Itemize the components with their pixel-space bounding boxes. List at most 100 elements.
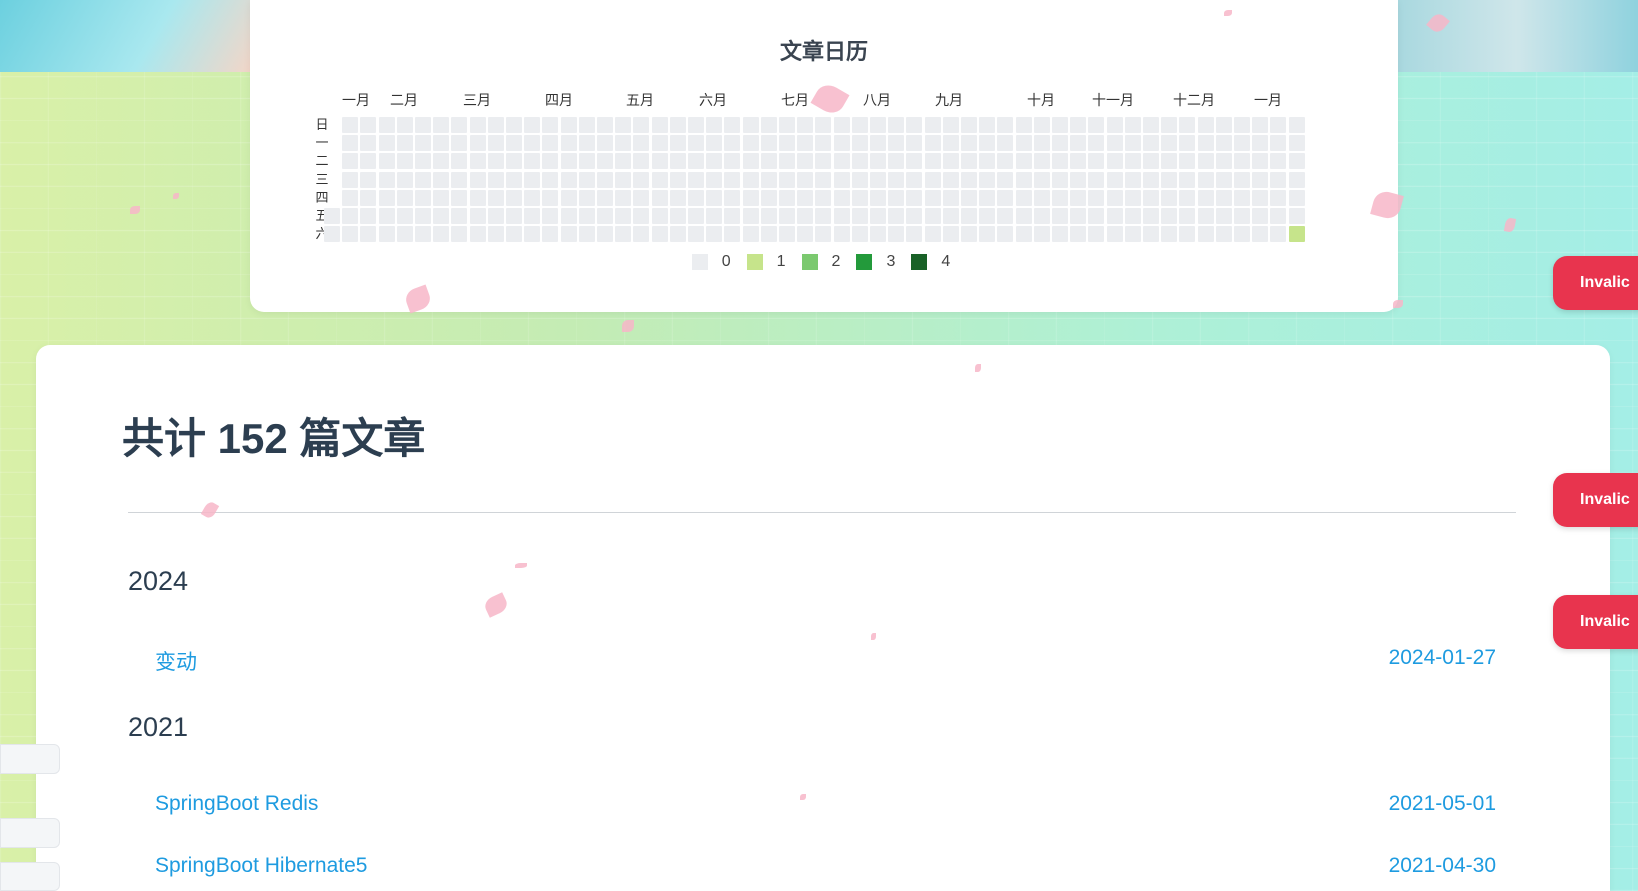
- heatmap-cell[interactable]: [797, 189, 814, 206]
- heatmap-cell[interactable]: [633, 208, 650, 224]
- heatmap-cell[interactable]: [906, 117, 923, 133]
- heatmap-cell[interactable]: [797, 135, 814, 152]
- heatmap-cell[interactable]: [942, 171, 959, 188]
- heatmap-cell[interactable]: [360, 153, 377, 170]
- heatmap-cell[interactable]: [688, 117, 704, 133]
- heatmap-cell[interactable]: [1070, 208, 1087, 224]
- heatmap-cell[interactable]: [342, 226, 359, 243]
- heatmap-cell[interactable]: [1179, 117, 1196, 133]
- heatmap-cell[interactable]: [942, 153, 959, 170]
- heatmap-cell[interactable]: [633, 189, 650, 206]
- heatmap-cell[interactable]: [870, 226, 886, 243]
- heatmap-cell[interactable]: [924, 226, 941, 243]
- heatmap-cell[interactable]: [433, 153, 450, 170]
- heatmap-cell[interactable]: [560, 189, 577, 206]
- heatmap-cell[interactable]: [1161, 117, 1178, 133]
- heatmap-cell[interactable]: [1270, 171, 1287, 188]
- heatmap-cell[interactable]: [1052, 226, 1068, 243]
- side-action-button[interactable]: Invalic: [1553, 473, 1638, 527]
- side-action-button[interactable]: Invalic: [1553, 256, 1638, 310]
- heatmap-cell[interactable]: [1234, 117, 1250, 133]
- heatmap-cell[interactable]: [1252, 171, 1269, 188]
- heatmap-cell[interactable]: [706, 189, 723, 206]
- heatmap-cell[interactable]: [1270, 226, 1287, 243]
- heatmap-cell[interactable]: [1288, 226, 1305, 243]
- heatmap-cell[interactable]: [1288, 171, 1305, 188]
- heatmap-cell[interactable]: [961, 226, 977, 243]
- heatmap-cell[interactable]: [851, 117, 868, 133]
- side-panel-tab[interactable]: [0, 818, 60, 848]
- heatmap-cell[interactable]: [1270, 153, 1287, 170]
- heatmap-cell[interactable]: [415, 226, 431, 243]
- heatmap-cell[interactable]: [1288, 208, 1305, 224]
- heatmap-cell[interactable]: [1070, 153, 1087, 170]
- heatmap-cell[interactable]: [742, 153, 759, 170]
- heatmap-cell[interactable]: [615, 189, 632, 206]
- heatmap-cell[interactable]: [1143, 171, 1159, 188]
- heatmap-cell[interactable]: [1070, 135, 1087, 152]
- heatmap-cell[interactable]: [597, 171, 613, 188]
- heatmap-cell[interactable]: [1197, 117, 1214, 133]
- heatmap-cell[interactable]: [742, 135, 759, 152]
- heatmap-cell[interactable]: [760, 226, 777, 243]
- heatmap-cell[interactable]: [779, 135, 795, 152]
- heatmap-cell[interactable]: [1270, 135, 1287, 152]
- heatmap-cell[interactable]: [870, 153, 886, 170]
- heatmap-cell[interactable]: [1033, 135, 1050, 152]
- heatmap-cell[interactable]: [942, 189, 959, 206]
- heatmap-cell[interactable]: [979, 135, 996, 152]
- heatmap-cell[interactable]: [1179, 226, 1196, 243]
- heatmap-cell[interactable]: [415, 189, 431, 206]
- heatmap-cell[interactable]: [324, 226, 340, 243]
- heatmap-cell[interactable]: [924, 171, 941, 188]
- heatmap-cell[interactable]: [1124, 208, 1141, 224]
- heatmap-cell[interactable]: [979, 171, 996, 188]
- heatmap-cell[interactable]: [597, 135, 613, 152]
- heatmap-cell[interactable]: [487, 171, 504, 188]
- heatmap-cell[interactable]: [760, 171, 777, 188]
- heatmap-cell[interactable]: [961, 171, 977, 188]
- heatmap-cell[interactable]: [815, 226, 832, 243]
- heatmap-cell[interactable]: [469, 135, 486, 152]
- heatmap-cell[interactable]: [615, 226, 632, 243]
- heatmap-cell[interactable]: [870, 117, 886, 133]
- heatmap-cell[interactable]: [669, 226, 686, 243]
- heatmap-cell[interactable]: [1033, 226, 1050, 243]
- heatmap-cell[interactable]: [1015, 226, 1032, 243]
- heatmap-cell[interactable]: [742, 189, 759, 206]
- heatmap-cell[interactable]: [779, 171, 795, 188]
- heatmap-cell[interactable]: [1088, 171, 1105, 188]
- heatmap-cell[interactable]: [1070, 226, 1087, 243]
- heatmap-cell[interactable]: [1143, 208, 1159, 224]
- heatmap-cell[interactable]: [633, 171, 650, 188]
- heatmap-cell[interactable]: [688, 189, 704, 206]
- heatmap-cell[interactable]: [688, 153, 704, 170]
- heatmap-cell[interactable]: [524, 153, 541, 170]
- heatmap-cell[interactable]: [1143, 153, 1159, 170]
- heatmap-cell[interactable]: [342, 135, 359, 152]
- heatmap-cell[interactable]: [906, 226, 923, 243]
- heatmap-cell[interactable]: [1124, 135, 1141, 152]
- heatmap-cell[interactable]: [1088, 117, 1105, 133]
- heatmap-cell[interactable]: [578, 226, 595, 243]
- heatmap-cell[interactable]: [815, 171, 832, 188]
- heatmap-cell[interactable]: [1106, 135, 1123, 152]
- heatmap-cell[interactable]: [1270, 189, 1287, 206]
- heatmap-cell[interactable]: [324, 208, 340, 224]
- heatmap-cell[interactable]: [451, 226, 468, 243]
- heatmap-cell[interactable]: [724, 226, 741, 243]
- heatmap-cell[interactable]: [724, 189, 741, 206]
- heatmap-cell[interactable]: [1143, 135, 1159, 152]
- heatmap-cell[interactable]: [342, 208, 359, 224]
- heatmap-cell[interactable]: [396, 189, 413, 206]
- heatmap-cell[interactable]: [542, 226, 559, 243]
- heatmap-cell[interactable]: [851, 189, 868, 206]
- heatmap-cell[interactable]: [1179, 189, 1196, 206]
- heatmap-cell[interactable]: [942, 117, 959, 133]
- heatmap-cell[interactable]: [524, 208, 541, 224]
- heatmap-cell[interactable]: [815, 189, 832, 206]
- heatmap-cell[interactable]: [415, 208, 431, 224]
- heatmap-cell[interactable]: [487, 189, 504, 206]
- heatmap-cell[interactable]: [378, 208, 395, 224]
- heatmap-cell[interactable]: [378, 226, 395, 243]
